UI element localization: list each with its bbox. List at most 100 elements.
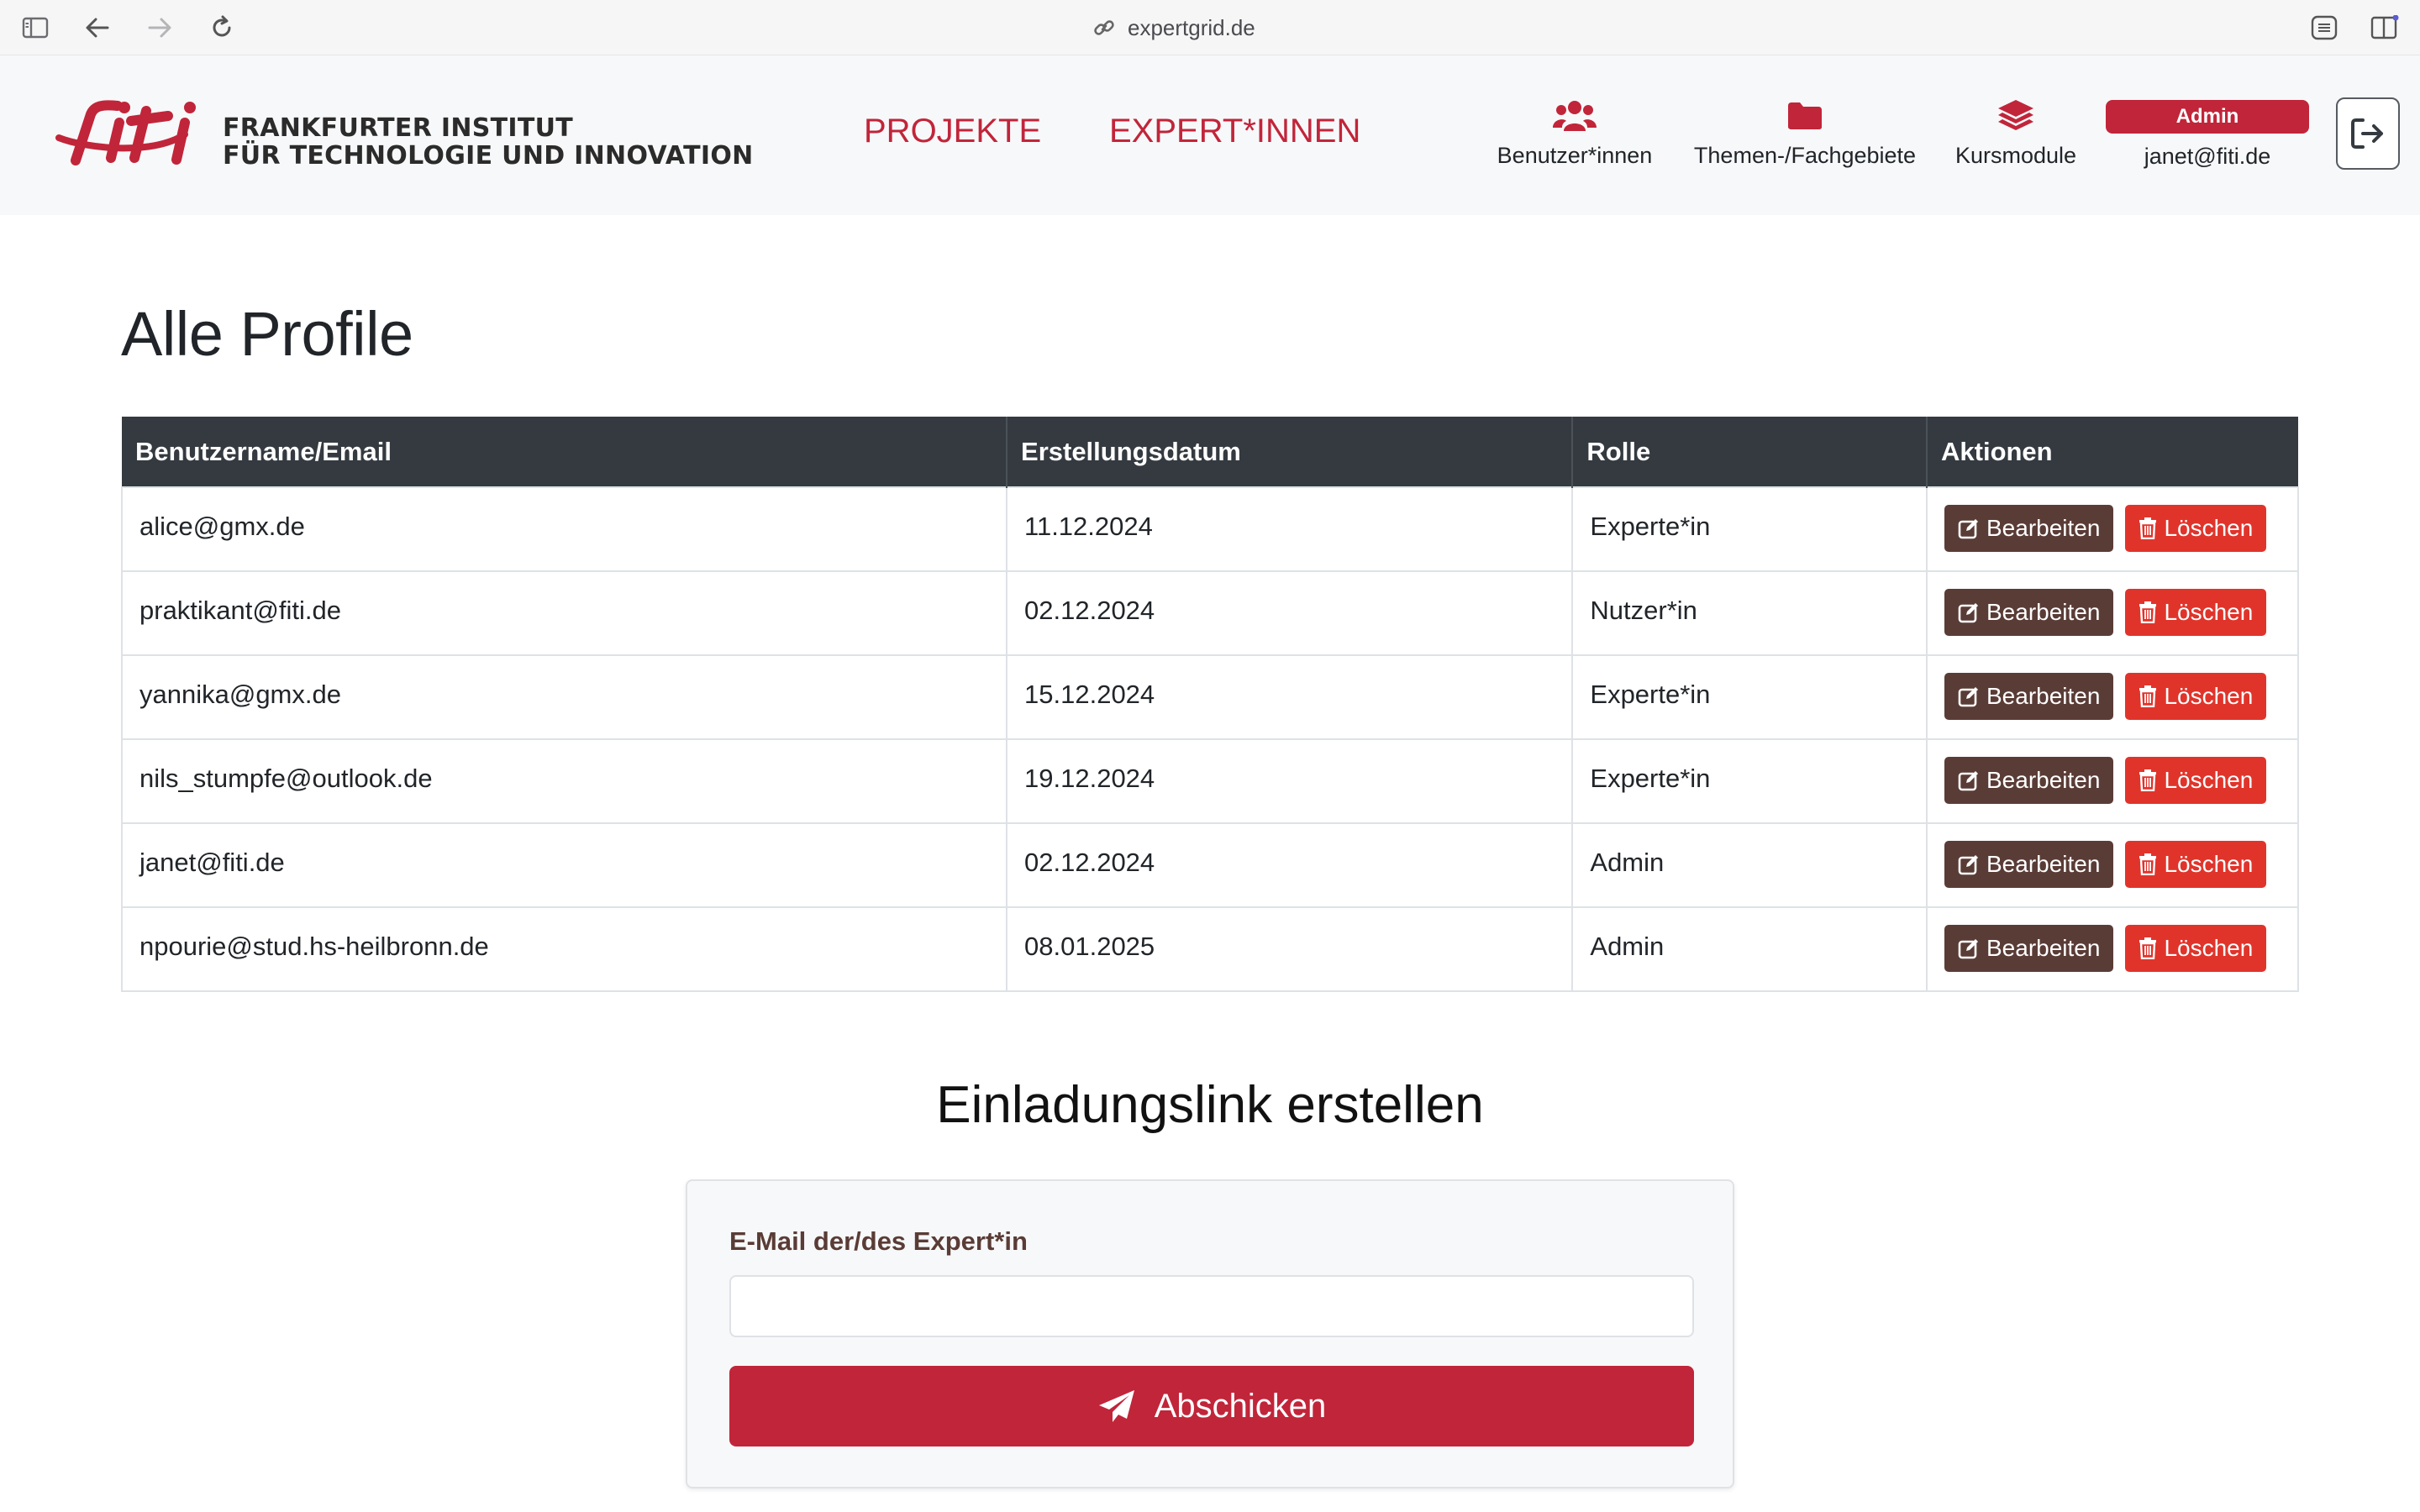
nav-benutzerinnen-label: Benutzer*innen	[1497, 143, 1653, 168]
edit-button-label: Bearbeiten	[1986, 767, 2101, 793]
reload-icon[interactable]	[205, 11, 239, 45]
user-menu[interactable]: Admin janet@fiti.de	[2106, 100, 2309, 170]
edit-button[interactable]: Bearbeiten	[1944, 673, 2114, 720]
table-row: alice@gmx.de 11.12.2024 Experte*in Bearbeit…	[120, 486, 2299, 572]
cell-date: 08.01.2025	[1006, 906, 1574, 992]
cell-email: alice@gmx.de	[120, 486, 1008, 572]
edit-button-label: Bearbeiten	[1986, 683, 2101, 709]
delete-button-label: Löschen	[2164, 767, 2254, 793]
invite-section-title: Einladungslink erstellen	[936, 1076, 1484, 1134]
delete-button[interactable]: Löschen	[2125, 505, 2267, 552]
edit-button[interactable]: Bearbeiten	[1944, 841, 2114, 888]
edit-icon	[1958, 687, 1978, 707]
page-title: Alle Profile	[121, 299, 413, 369]
delete-button[interactable]: Löschen	[2125, 757, 2267, 804]
nav-themen-fachgebiete[interactable]: Themen-/Fachgebiete	[1686, 97, 1924, 169]
table-row: praktikant@fiti.de 02.12.2024 Nutzer*in Bea…	[120, 570, 2299, 656]
nav-kursmodule[interactable]: Kursmodule	[1948, 97, 2084, 169]
nav-kursmodule-label: Kursmodule	[1954, 143, 2077, 168]
submit-button[interactable]: Abschicken	[729, 1366, 1694, 1446]
edit-button[interactable]: Bearbeiten	[1944, 925, 2114, 972]
edit-button[interactable]: Bearbeiten	[1944, 505, 2114, 552]
edit-icon	[1958, 519, 1978, 539]
profiles-table: Benutzername/Email Erstellungsdatum Roll…	[120, 417, 2299, 992]
fiti-logo[interactable]: FRANKFURTER INSTITUT FÜR TECHNOLOGIE UND…	[50, 97, 753, 181]
cell-actions: Bearbeiten Löschen	[1926, 906, 2299, 992]
forward-arrow-icon[interactable]	[143, 11, 176, 45]
table-header-row: Benutzername/Email Erstellungsdatum Roll…	[122, 417, 2298, 487]
edit-button-label: Bearbeiten	[1986, 599, 2101, 625]
cell-role: Admin	[1571, 822, 1928, 908]
logo-line-2: FÜR TECHNOLOGIE UND INNOVATION	[223, 141, 754, 171]
cell-actions: Bearbeiten Löschen	[1926, 822, 2299, 908]
delete-button[interactable]: Löschen	[2125, 841, 2267, 888]
table-row: npourie@stud.hs-heilbronn.de 08.01.2025 Ad…	[120, 906, 2299, 992]
column-header-date[interactable]: Erstellungsdatum	[1007, 417, 1574, 487]
trash-icon	[2139, 937, 2157, 959]
trash-icon	[2139, 517, 2157, 539]
cell-role: Experte*in	[1571, 738, 1928, 824]
edit-button[interactable]: Bearbeiten	[1944, 757, 2114, 804]
cell-date: 02.12.2024	[1006, 570, 1574, 656]
cell-email: yannika@gmx.de	[120, 654, 1008, 740]
column-header-email[interactable]: Benutzername/Email	[122, 417, 1008, 487]
edit-icon	[1958, 855, 1978, 875]
sidebar-toggle-icon[interactable]	[18, 11, 52, 45]
delete-button-label: Löschen	[2164, 515, 2254, 541]
folder-icon	[1686, 97, 1924, 134]
cell-date: 15.12.2024	[1006, 654, 1574, 740]
reader-icon[interactable]	[2307, 11, 2341, 45]
nav-expertinnen[interactable]: EXPERT*INNEN	[1109, 113, 1360, 150]
trash-icon	[2139, 685, 2157, 707]
submit-label: Abschicken	[1154, 1387, 1327, 1425]
edit-button[interactable]: Bearbeiten	[1944, 589, 2114, 636]
nav-themen-label: Themen-/Fachgebiete	[1693, 143, 1917, 168]
trash-icon	[2139, 769, 2157, 791]
cell-role: Nutzer*in	[1571, 570, 1928, 656]
role-badge: Admin	[2106, 100, 2309, 134]
cell-email: praktikant@fiti.de	[120, 570, 1008, 656]
cell-date: 19.12.2024	[1006, 738, 1574, 824]
back-arrow-icon[interactable]	[81, 11, 114, 45]
split-view-icon[interactable]	[2368, 11, 2402, 45]
cell-actions: Bearbeiten Löschen	[1926, 570, 2299, 656]
table-row: janet@fiti.de 02.12.2024 Admin Bearbeiten Lö…	[120, 822, 2299, 908]
cell-email: nils_stumpfe@outlook.de	[120, 738, 1008, 824]
table-row: nils_stumpfe@outlook.de 19.12.2024 Experte…	[120, 738, 2299, 824]
trash-icon	[2139, 601, 2157, 623]
invite-email-field[interactable]	[729, 1275, 1694, 1337]
delete-button-label: Löschen	[2164, 935, 2254, 961]
delete-button-label: Löschen	[2164, 683, 2254, 709]
browser-toolbar: expertgrid.de	[0, 0, 2420, 55]
cell-date: 02.12.2024	[1006, 822, 1574, 908]
users-icon	[1489, 97, 1660, 134]
logout-button[interactable]	[2336, 97, 2400, 170]
layers-icon	[1948, 97, 2084, 134]
cell-actions: Bearbeiten Löschen	[1926, 486, 2299, 572]
column-header-actions: Aktionen	[1927, 417, 2298, 487]
cell-role: Experte*in	[1571, 654, 1928, 740]
link-icon	[1094, 20, 1114, 35]
column-header-role[interactable]: Rolle	[1572, 417, 1928, 487]
url-text: expertgrid.de	[1128, 14, 1255, 40]
paper-plane-icon	[1098, 1390, 1134, 1422]
edit-button-label: Bearbeiten	[1986, 935, 2101, 961]
nav-benutzerinnen[interactable]: Benutzer*innen	[1489, 97, 1660, 169]
edit-icon	[1958, 771, 1978, 791]
cell-date: 11.12.2024	[1006, 486, 1574, 572]
logo-text: FRANKFURTER INSTITUT FÜR TECHNOLOGIE UND…	[223, 114, 754, 170]
delete-button[interactable]: Löschen	[2125, 673, 2267, 720]
nav-projekte[interactable]: PROJEKTE	[864, 113, 1041, 150]
fiti-logo-mark	[55, 100, 196, 165]
delete-button-label: Löschen	[2164, 599, 2254, 625]
table-row: yannika@gmx.de 15.12.2024 Experte*in Bearbe…	[120, 654, 2299, 740]
app-header: FRANKFURTER INSTITUT FÜR TECHNOLOGIE UND…	[0, 55, 2420, 215]
cell-actions: Bearbeiten Löschen	[1926, 654, 2299, 740]
edit-button-label: Bearbeiten	[1986, 515, 2101, 541]
delete-button[interactable]: Löschen	[2125, 925, 2267, 972]
cell-role: Experte*in	[1571, 486, 1928, 572]
edit-icon	[1958, 603, 1978, 623]
cell-email: npourie@stud.hs-heilbronn.de	[120, 906, 1008, 992]
address-bar[interactable]: expertgrid.de	[1092, 0, 1328, 55]
delete-button[interactable]: Löschen	[2125, 589, 2267, 636]
